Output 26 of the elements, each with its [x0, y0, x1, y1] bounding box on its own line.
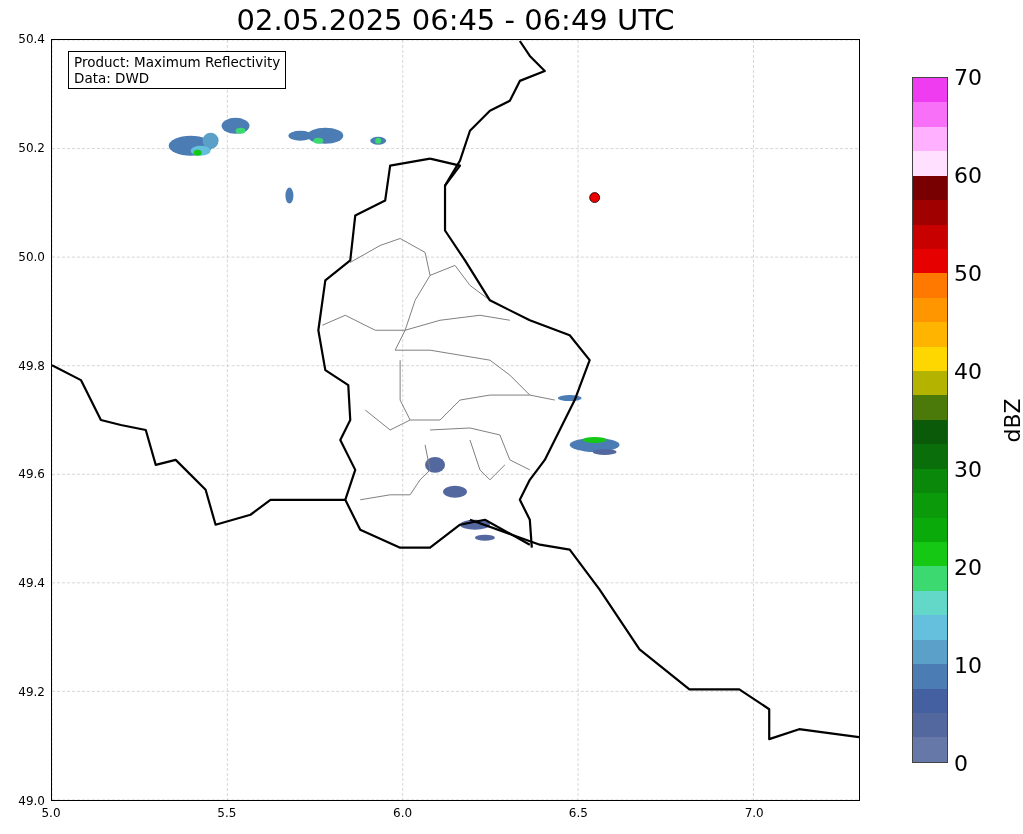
y-axis-tick-label: 49.2 [18, 685, 45, 700]
y-axis-tick-label: 50.2 [18, 140, 45, 155]
y-axis-tick-label: 50.4 [18, 32, 45, 46]
legend-text: Data: DWD [74, 70, 151, 86]
x-axis-tick-label: 7.0 [744, 806, 764, 820]
colorbar-tick-label: 10 [954, 652, 982, 678]
colorbar-tick-label: 0 [954, 750, 968, 776]
y-axis-tick-label: 49.6 [18, 467, 45, 482]
x-axis-tick-label: 6.0 [393, 806, 413, 820]
colorbar-tick-label: 60 [954, 162, 982, 188]
colorbar-tick-label: 40 [954, 358, 982, 384]
x-axis-tick-label: 5.0 [41, 806, 61, 820]
location-marker-icon [589, 192, 601, 203]
colorbar-tick-label: 20 [954, 554, 982, 580]
colorbar-tick-label: 50 [954, 260, 982, 286]
legend-text: Product: Maximum Reflectivity [74, 54, 281, 70]
y-axis-tick-label: 49.4 [18, 576, 45, 591]
x-axis-tick-label: 6.5 [568, 806, 588, 820]
x-axis-tick-label: 5.5 [217, 806, 237, 820]
y-axis-tick-label: 49.8 [18, 358, 45, 373]
y-axis-tick-label: 49.0 [18, 793, 45, 808]
colorbar-tick-label: 70 [954, 64, 982, 90]
chart-title: 02.05.2025 06:45 - 06:49 UTC [235, 1, 676, 39]
colorbar-tick-label: 30 [954, 456, 982, 482]
colorbar-axis-label: dBZ [999, 397, 1023, 443]
y-axis-tick-label: 50.0 [18, 249, 45, 264]
